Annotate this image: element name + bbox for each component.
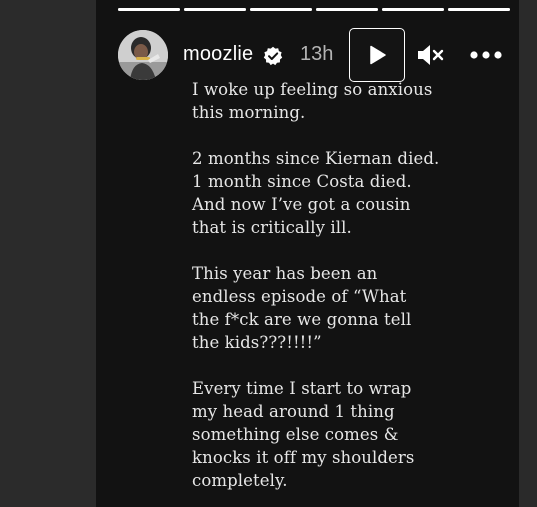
- progress-segment: [118, 8, 180, 11]
- right-backdrop: [519, 0, 537, 507]
- progress-segment: [184, 8, 246, 11]
- more-options-icon[interactable]: [468, 44, 504, 66]
- text-line: And now I’ve got a cousin: [192, 195, 411, 214]
- text-line: this morning.: [192, 103, 306, 122]
- avatar-photo: [118, 30, 168, 80]
- text-line: completely.: [192, 471, 288, 490]
- story-paragraph: I woke up feeling so anxious this mornin…: [192, 78, 492, 124]
- progress-segment: [448, 8, 510, 11]
- speaker-muted-icon[interactable]: [416, 42, 444, 68]
- avatar[interactable]: [118, 30, 168, 80]
- text-line: endless episode of “What: [192, 287, 407, 306]
- story-progress-bar: [118, 8, 510, 11]
- left-backdrop: [0, 0, 96, 507]
- post-time: 13h: [300, 43, 334, 65]
- text-line: the f*ck are we gonna tell: [192, 310, 412, 329]
- progress-segment: [316, 8, 378, 11]
- text-line: knocks it off my shoulders: [192, 448, 415, 467]
- story-paragraph: This year has been an endless episode of…: [192, 262, 492, 354]
- story-text: I woke up feeling so anxious this mornin…: [192, 78, 492, 507]
- text-line: I woke up feeling so anxious: [192, 80, 433, 99]
- username[interactable]: moozlie: [183, 43, 253, 66]
- text-line: something else comes &: [192, 425, 399, 444]
- text-line: that is critically ill.: [192, 218, 352, 237]
- story-frame[interactable]: moozlie 13h I woke up feeling so anxious…: [96, 0, 519, 507]
- text-line: Every time I start to wrap: [192, 379, 412, 398]
- text-line: my head around 1 thing: [192, 402, 395, 421]
- story-paragraph: 2 months since Kiernan died. 1 month sin…: [192, 147, 492, 239]
- story-paragraph: Every time I start to wrap my head aroun…: [192, 377, 492, 492]
- play-icon: [370, 45, 386, 65]
- text-line: 1 month since Costa died.: [192, 172, 412, 191]
- story-header: moozlie 13h: [116, 28, 516, 82]
- text-line: 2 months since Kiernan died.: [192, 149, 440, 168]
- story-viewer-page: moozlie 13h I woke up feeling so anxious…: [0, 0, 537, 507]
- verified-badge-icon: [263, 46, 283, 66]
- play-button[interactable]: [349, 28, 405, 82]
- text-line: This year has been an: [192, 264, 378, 283]
- progress-segment: [250, 8, 312, 11]
- progress-segment: [382, 8, 444, 11]
- text-line: the kids???!!!!”: [192, 333, 322, 352]
